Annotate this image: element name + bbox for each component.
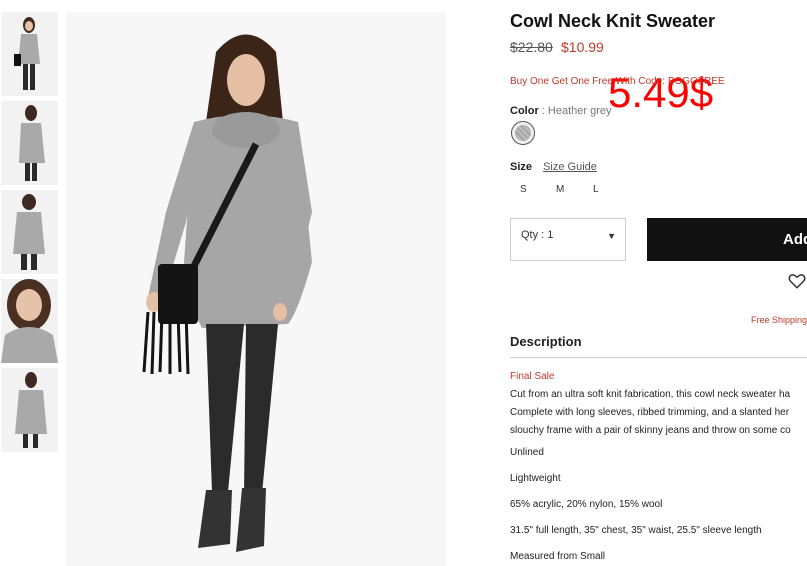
add-to-bag-button[interactable]: Add <box>647 218 807 261</box>
size-row: Size Size Guide <box>510 161 597 173</box>
final-sale-label: Final Sale <box>510 371 555 382</box>
description-line: Complete with long sleeves, ribbed trimm… <box>510 407 790 418</box>
color-swatch-heather-grey[interactable] <box>511 121 535 145</box>
thumbnail-gallery <box>1 12 58 457</box>
promo-text: Buy One Get One Free With Code: BOGOFREE <box>510 76 725 87</box>
description-line: Cut from an ultra soft knit fabrication,… <box>510 389 791 400</box>
size-label: Size <box>510 161 533 173</box>
description-line: 31.5" full length, 35" chest, 35" waist,… <box>510 525 762 536</box>
thumbnail-closeup[interactable] <box>1 279 58 363</box>
chevron-down-icon: ▼ <box>607 231 616 241</box>
size-option-m[interactable]: M <box>556 184 564 195</box>
color-row: Color : Heather grey <box>510 105 612 117</box>
quantity-value: Qty : 1 <box>521 229 554 241</box>
color-value: Heather grey <box>547 105 612 117</box>
description-line: Unlined <box>510 447 544 458</box>
thumbnail-front[interactable] <box>1 12 58 96</box>
product-title: Cowl Neck Knit Sweater <box>510 11 716 31</box>
description-heading: Description <box>510 334 582 349</box>
quantity-select[interactable]: Qty : 1 ▼ <box>510 218 626 261</box>
free-shipping-link[interactable]: Free Shipping <box>751 315 807 325</box>
sale-price: $10.99 <box>561 39 604 55</box>
heart-icon[interactable] <box>788 272 806 290</box>
swatch-fill <box>515 125 531 141</box>
original-price: $22.80 <box>510 39 553 55</box>
add-button-label: Add <box>783 231 807 248</box>
color-label: Color <box>510 105 539 117</box>
description-line: slouchy frame with a pair of skinny jean… <box>510 425 791 436</box>
main-product-image[interactable] <box>66 12 446 566</box>
thumbnail-alt[interactable] <box>1 368 58 452</box>
description-line: Measured from Small <box>510 551 606 562</box>
description-divider <box>510 357 807 358</box>
size-guide-link[interactable]: Size Guide <box>543 161 597 173</box>
description-line: Lightweight <box>510 473 561 484</box>
thumbnail-side[interactable] <box>1 101 58 185</box>
size-option-l[interactable]: L <box>593 184 599 195</box>
description-line: 65% acrylic, 20% nylon, 15% wool <box>510 499 663 510</box>
color-separator: : <box>538 105 548 117</box>
size-option-s[interactable]: S <box>520 184 527 195</box>
thumbnail-back[interactable] <box>1 190 58 274</box>
